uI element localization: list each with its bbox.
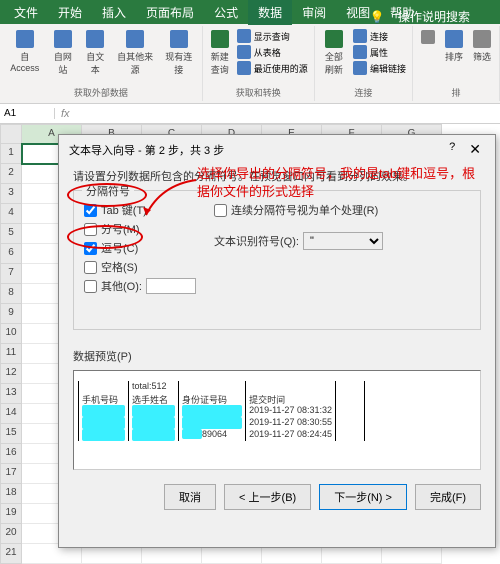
preview-box: 手机号码 000000000000000000000000 total:512 … [73,370,481,470]
menu-insert[interactable]: 插入 [92,0,136,25]
menu-home[interactable]: 开始 [48,0,92,25]
row-header[interactable]: 1 [0,144,22,164]
menu-file[interactable]: 文件 [4,0,48,25]
fx-icon[interactable]: fx [55,108,76,120]
group-label-ext: 获取外部数据 [74,86,128,99]
consecutive-delim-checkbox[interactable]: 连续分隔符号视为单个处理(R) [214,202,470,218]
fieldset-legend: 分隔符号 [82,183,134,199]
row-header[interactable]: 18 [0,484,22,504]
refresh-all-button[interactable]: 全部刷新 [319,28,349,78]
row-header[interactable]: 15 [0,424,22,444]
cancel-button[interactable]: 取消 [164,484,216,510]
row-header[interactable]: 4 [0,204,22,224]
search-help[interactable]: 💡 操作说明搜索 [360,4,490,29]
row-header[interactable]: 2 [0,164,22,184]
text-import-wizard-dialog: 文本导入向导 - 第 2 步，共 3 步 ? ✕ 请设置分列数据所包含的分隔符号… [58,134,496,548]
row-header[interactable]: 8 [0,284,22,304]
new-query-button[interactable]: 新建 查询 [207,28,233,78]
delim-space-checkbox[interactable]: 空格(S) [84,259,204,275]
row-header[interactable]: 12 [0,364,22,384]
filter-button[interactable]: 筛选 [469,28,495,65]
from-other-button[interactable]: 自其他来源 [112,28,157,78]
row-header[interactable]: 17 [0,464,22,484]
preview-label: 数据预览(P) [73,348,481,364]
back-button[interactable]: < 上一步(B) [224,484,311,510]
menu-formula[interactable]: 公式 [204,0,248,25]
menubar: 文件 开始 插入 页面布局 公式 数据 审阅 视图 帮助 💡 操作说明搜索 [0,0,500,24]
row-header[interactable]: 6 [0,244,22,264]
preview-time-2: 2019-11-27 08:30:55 [249,417,332,429]
row-header[interactable]: 3 [0,184,22,204]
delim-comma-checkbox[interactable]: 逗号(C) [84,240,204,256]
finish-button[interactable]: 完成(F) [415,484,481,510]
ribbon: 自 Access 自网站 自文本 自其他来源 现有连接 获取外部数据 新建 查询… [0,24,500,104]
row-header[interactable]: 7 [0,264,22,284]
group-label-query: 获取和转换 [236,86,281,99]
dialog-title: 文本导入向导 - 第 2 步，共 3 步 [69,142,224,158]
preview-time-3: 2019-11-27 08:24:45 [249,429,332,441]
group-label-sort: 排 [451,86,460,99]
text-qualifier-select[interactable]: " [303,232,383,250]
preview-time-1: 2019-11-27 08:31:32 [249,405,332,417]
formula-bar: A1 fx [0,104,500,124]
row-header[interactable]: 10 [0,324,22,344]
row-header[interactable]: 16 [0,444,22,464]
row-header[interactable]: 20 [0,524,22,544]
recent-sources-button[interactable]: 最近使用的源 [235,60,310,76]
row-header[interactable]: 14 [0,404,22,424]
delim-other-input[interactable] [146,278,196,294]
menu-review[interactable]: 审阅 [292,0,336,25]
delim-other-checkbox[interactable]: 其他(O): [84,278,204,294]
row-header[interactable]: 11 [0,344,22,364]
delimiters-fieldset: 分隔符号 Tab 键(T) 分号(M) 逗号(C) 空格(S) 其他(O): 连… [73,190,481,330]
from-table-button[interactable]: 从表格 [235,44,310,60]
delim-semicolon-checkbox[interactable]: 分号(M) [84,221,204,237]
from-access-button[interactable]: 自 Access [4,28,46,78]
preview-total: total:512 [132,381,175,393]
dialog-close-icon[interactable]: ✕ [465,141,485,158]
properties-button[interactable]: 属性 [351,44,408,60]
preview-col4-header: 提交时间 [249,393,332,405]
row-header[interactable]: 13 [0,384,22,404]
menu-layout[interactable]: 页面布局 [136,0,204,25]
preview-col3-header: 身份证号码 [182,393,242,405]
row-header[interactable]: 9 [0,304,22,324]
edit-links-button[interactable]: 编辑链接 [351,60,408,76]
delim-tab-checkbox[interactable]: Tab 键(T) [84,202,204,218]
from-web-button[interactable]: 自网站 [48,28,78,78]
name-box[interactable]: A1 [0,108,55,119]
sort-button[interactable]: 排序 [441,28,467,65]
dialog-help-icon[interactable]: ? [449,141,455,158]
preview-col2-header: 选手姓名 [132,393,175,405]
show-queries-button[interactable]: 显示查询 [235,28,310,44]
from-text-button[interactable]: 自文本 [80,28,110,78]
next-button[interactable]: 下一步(N) > [319,484,407,510]
preview-col1-header: 手机号码 [82,393,125,405]
dialog-description: 请设置分列数据所包含的分隔符号。在预览窗口内可看到分列的效果。 [73,168,481,184]
menu-data[interactable]: 数据 [248,0,292,25]
text-qualifier-label: 文本识别符号(Q): [214,233,299,249]
group-label-conn: 连接 [354,86,372,99]
select-all-corner[interactable] [0,124,22,144]
row-header[interactable]: 5 [0,224,22,244]
connections-button[interactable]: 连接 [351,28,408,44]
existing-conn-button[interactable]: 现有连接 [160,28,198,78]
row-header[interactable]: 21 [0,544,22,564]
row-header[interactable]: 19 [0,504,22,524]
sort-az-button[interactable] [417,28,439,65]
